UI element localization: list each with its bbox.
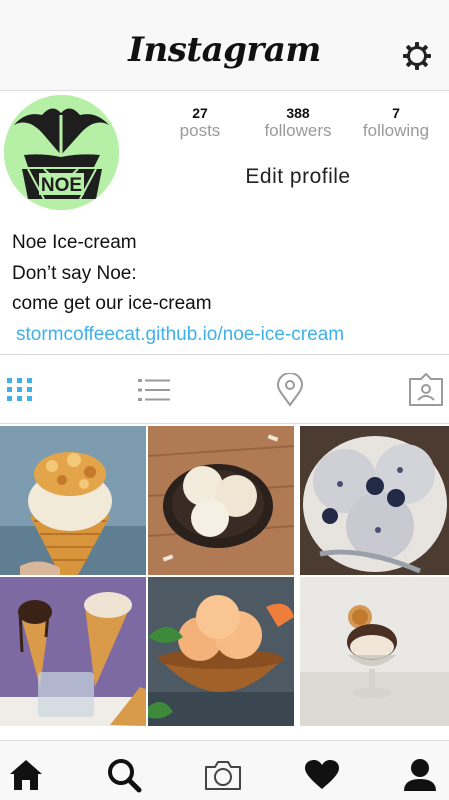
search-icon[interactable] <box>104 757 144 793</box>
profile-section: NOE 27 posts 388 followers 7 following E… <box>0 91 449 353</box>
noe-logo-icon: NOE <box>4 95 119 210</box>
stat-posts[interactable]: 27 posts <box>155 105 245 141</box>
photo-grid <box>0 426 449 730</box>
avatar[interactable]: NOE <box>4 95 119 210</box>
following-count: 7 <box>392 105 400 121</box>
profile-website-link[interactable]: stormcoffeecat.github.io/noe-ice-cream <box>16 320 432 351</box>
post-thumbnail[interactable] <box>148 426 294 575</box>
profile-name: Noe Ice-cream <box>12 232 137 253</box>
camera-icon[interactable] <box>203 757 243 793</box>
tagged-photos-icon[interactable] <box>408 373 444 407</box>
post-thumbnail[interactable] <box>148 577 294 726</box>
list-view-icon[interactable] <box>136 373 172 407</box>
posts-label: posts <box>179 121 221 140</box>
stat-followers[interactable]: 388 followers <box>253 105 343 141</box>
settings-gear-icon[interactable] <box>401 40 433 72</box>
stat-following[interactable]: 7 following <box>351 105 441 141</box>
posts-count: 27 <box>192 105 208 121</box>
bottom-nav <box>0 740 449 800</box>
top-bar: Instagram <box>0 0 449 91</box>
post-thumbnail[interactable] <box>300 577 449 726</box>
app-logo: Instagram <box>128 30 321 70</box>
post-thumbnail[interactable] <box>300 426 449 575</box>
grid-view-icon[interactable] <box>2 373 38 407</box>
profile-bio: Noe Ice-cream Don’t say Noe: come get ou… <box>12 228 432 350</box>
post-thumbnail[interactable] <box>0 577 146 726</box>
followers-count: 388 <box>286 105 310 121</box>
followers-label: followers <box>264 121 332 140</box>
svg-text:NOE: NOE <box>41 175 82 196</box>
bio-line-2: come get our ice-cream <box>12 293 212 314</box>
following-label: following <box>362 121 430 140</box>
edit-profile-button[interactable]: Edit profile <box>178 161 418 193</box>
heart-icon[interactable] <box>302 757 342 793</box>
profile-view-tabs <box>0 354 449 424</box>
profile-icon[interactable] <box>400 757 440 793</box>
post-thumbnail[interactable] <box>0 426 146 575</box>
bio-line-1: Don’t say Noe: <box>12 262 137 284</box>
location-pin-icon[interactable] <box>272 373 308 407</box>
home-icon[interactable] <box>6 757 46 793</box>
